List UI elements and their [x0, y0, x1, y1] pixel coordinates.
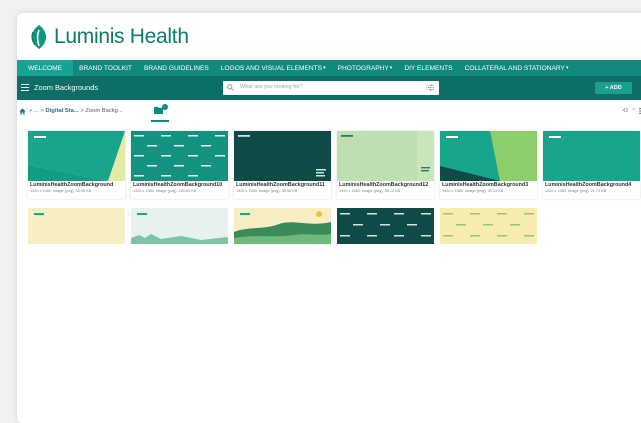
help-icon[interactable]: ?	[427, 82, 438, 93]
breadcrumb-separator: >	[40, 108, 44, 114]
nav-label: LOGOS AND VISUAL ELEMENTS	[220, 64, 323, 72]
asset-thumbnail	[131, 208, 228, 244]
asset-name: LuminisHealthZoomBackground	[30, 182, 114, 188]
search-input[interactable]: What are you looking for?	[223, 81, 439, 95]
nav-item-diy-elements[interactable]: DIY ELEMENTS	[398, 60, 458, 76]
add-button[interactable]: + ADD	[595, 82, 632, 94]
nav-label: BRAND TOOLKIT	[79, 64, 132, 72]
asset-thumbnail	[337, 208, 434, 244]
asset-meta: 1920 x 1080, Image (png), 169.63 KB	[133, 189, 197, 193]
search-icon	[227, 84, 234, 91]
asset-card[interactable]	[28, 208, 125, 244]
asset-card[interactable]: LuminisHealthZoomBackground11 1920 x 108…	[234, 131, 331, 199]
breadcrumb-bar: > ... > Digital Sta... > Zoom Backg... 4…	[17, 102, 641, 122]
home-icon[interactable]	[19, 108, 26, 115]
asset-meta: 1920 x 1080, Image (png), 33.98 KB	[30, 189, 92, 193]
search-placeholder: What are you looking for?	[240, 84, 303, 90]
asset-thumbnail	[234, 131, 331, 181]
asset-card[interactable]	[234, 208, 331, 244]
nav-label: PHOTOGRAPHY	[337, 64, 389, 72]
asset-thumbnail	[234, 208, 331, 244]
breadcrumb-parent[interactable]: Digital Sta...	[46, 108, 79, 114]
nav-item-welcome[interactable]: WELCOME	[17, 60, 74, 76]
collection-folder-button[interactable]	[151, 104, 169, 122]
asset-meta: 1920 x 1080, Image (png), 38.12 KB	[339, 189, 401, 193]
nav-label: WELCOME	[28, 64, 63, 72]
asset-meta: 1920 x 1080, Image (png), 35.13 KB	[442, 189, 504, 193]
nav-item-brand-guidelines[interactable]: BRAND GUIDELINES	[138, 60, 215, 76]
breadcrumb: > ... > Digital Sta... > Zoom Backg...	[29, 108, 123, 114]
asset-name: LuminisHealthZoomBackground12	[339, 182, 429, 188]
asset-thumbnail	[440, 208, 537, 244]
asset-card[interactable]	[337, 208, 434, 244]
asset-card[interactable]: LuminisHealthZoomBackground 1920 x 1080,…	[28, 131, 125, 199]
asset-card[interactable]: LuminisHealthZoomBackground3 1920 x 1080…	[440, 131, 537, 199]
asset-card[interactable]: LuminisHealthZoomBackground10 1920 x 108…	[131, 131, 228, 199]
breadcrumb-ellipsis[interactable]: ...	[34, 108, 39, 114]
asset-meta: 1920 x 1080, Image (png), 21.73 KB	[545, 189, 607, 193]
breadcrumb-separator: >	[29, 108, 33, 114]
nav-label: DIY ELEMENTS	[404, 64, 453, 72]
asset-meta: 1920 x 1080, Image (png), 38.98 KB	[236, 189, 298, 193]
nav-label: COLLATERAL AND STATIONARY	[464, 64, 565, 72]
brand-name[interactable]: Luminis Health	[54, 25, 189, 49]
caret-down-icon: ▾	[565, 65, 569, 71]
luminis-leaf-logo-icon[interactable]	[28, 24, 50, 50]
main-nav: WELCOME BRAND TOOLKIT BRAND GUIDELINES L…	[17, 60, 641, 76]
asset-name: LuminisHealthZoomBackground11	[236, 182, 325, 188]
nav-item-photography[interactable]: PHOTOGRAPHY ▾	[332, 60, 399, 76]
notification-badge	[162, 104, 168, 110]
asset-card[interactable]	[440, 208, 537, 244]
asset-thumbnail	[440, 131, 537, 181]
asset-name: LuminisHealthZoomBackground3	[442, 182, 529, 188]
collection-bar: Zoom Backgrounds What are you looking fo…	[17, 76, 641, 100]
app-window: Luminis Health WELCOME BRAND TOOLKIT BRA…	[17, 13, 641, 423]
caret-down-icon: ▾	[389, 65, 393, 71]
asset-thumbnail	[28, 131, 125, 181]
result-count: 42	[622, 108, 629, 114]
nav-item-collateral[interactable]: COLLATERAL AND STATIONARY ▾	[459, 60, 575, 76]
sort-icon[interactable]: ^	[632, 108, 635, 114]
brand-header: Luminis Health	[17, 13, 641, 58]
asset-thumbnail	[337, 131, 434, 181]
nav-item-logos[interactable]: LOGOS AND VISUAL ELEMENTS ▾	[215, 60, 332, 76]
asset-card[interactable]: LuminisHealthZoomBackground4 1920 x 1080…	[543, 131, 640, 199]
hamburger-menu-icon[interactable]	[21, 84, 29, 91]
nav-item-brand-toolkit[interactable]: BRAND TOOLKIT	[73, 60, 138, 76]
asset-name: LuminisHealthZoomBackground10	[133, 182, 223, 188]
asset-card[interactable]: LuminisHealthZoomBackground12 1920 x 108…	[337, 131, 434, 199]
breadcrumb-separator: >	[80, 108, 84, 114]
asset-thumbnail	[28, 208, 125, 244]
caret-down-icon: ▾	[323, 65, 326, 71]
asset-thumbnail	[543, 131, 640, 181]
asset-thumbnail	[131, 131, 228, 181]
breadcrumb-current: Zoom Backg...	[85, 108, 123, 114]
asset-card[interactable]	[131, 208, 228, 244]
nav-label: BRAND GUIDELINES	[143, 64, 209, 72]
collection-title: Zoom Backgrounds	[34, 83, 99, 92]
view-controls: 42 ^	[622, 108, 641, 114]
asset-name: LuminisHealthZoomBackground4	[545, 182, 632, 188]
